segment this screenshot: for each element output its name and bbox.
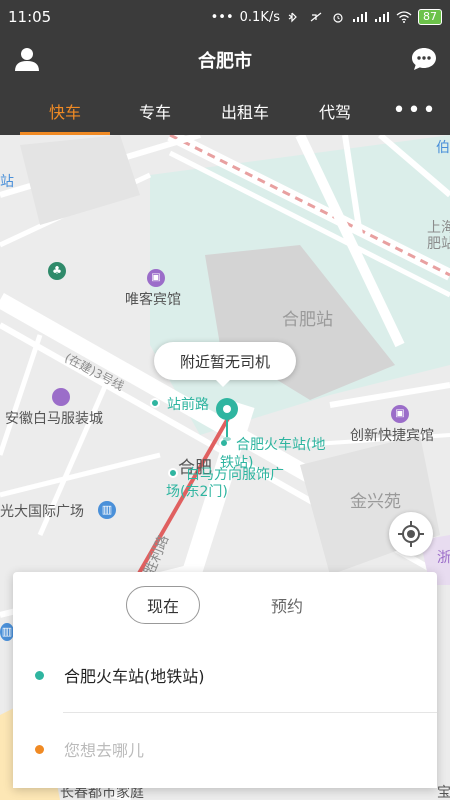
tab-express[interactable]: 快车 (20, 86, 110, 135)
bubble-text: 附近暂无司机 (179, 352, 270, 371)
origin-text: 合肥火车站(地铁站) (64, 667, 205, 686)
hotel-icon: ▣ (147, 269, 165, 287)
city-title[interactable]: 合肥市 (198, 47, 252, 73)
map-label-shanghai-2: 肥站 (427, 236, 450, 252)
destination-dot (35, 744, 44, 754)
tab-taxi[interactable]: 出租车 (210, 86, 280, 135)
map-label-jinxingyuan: 金兴苑 (350, 492, 401, 512)
transit-icon: ▥ (98, 501, 116, 519)
signal-icon-2 (375, 12, 389, 22)
map-label-weike-hotel[interactable]: 唯客宾馆 (125, 289, 181, 309)
service-tabs: 快车 专车 出租车 代驾 ••• (0, 86, 450, 135)
no-driver-bubble: 附近暂无司机 (154, 342, 296, 387)
tab-label: 快车 (48, 102, 81, 122)
origin-dot (35, 670, 44, 680)
tab-designated-driver[interactable]: 代驾 (305, 86, 365, 135)
map-label-cut-right: 伯 (436, 140, 450, 156)
wifi-icon (396, 11, 412, 23)
time-mode-toggle: 现在 预约 (13, 586, 437, 626)
app-header: 合肥市 (0, 34, 450, 86)
trip-card: 现在 预约 合肥火车站(地铁站) 您想去哪儿 (13, 572, 437, 788)
chat-bubble-icon[interactable] (410, 46, 438, 72)
more-tabs-button[interactable]: ••• (390, 86, 440, 135)
locate-me-button[interactable] (389, 512, 433, 556)
alarm-icon (333, 13, 343, 23)
signal-icon (353, 12, 367, 22)
mode-now-label: 现在 (146, 597, 179, 616)
map-label-guangda-plaza[interactable]: 光大国际广场 (0, 501, 84, 521)
destination-input[interactable]: 您想去哪儿 (64, 737, 144, 761)
tab-label: 出租车 (220, 102, 269, 122)
hotel-icon: ▣ (391, 405, 409, 423)
map-label-baima[interactable]: 安徽白马服装城 (5, 408, 103, 428)
network-speed: 0.1K/s (239, 9, 280, 25)
map-label-cut-left: 站 (0, 174, 14, 190)
map-label-baima-outlet-2: 场(东2门) (166, 484, 228, 500)
divider (63, 712, 437, 713)
map-label-cut-right-2: 浙 (437, 550, 450, 566)
tab-label: 代驾 (318, 102, 351, 122)
bluetooth-icon (288, 12, 297, 23)
status-time: 11:05 (8, 8, 52, 26)
crosshair-icon (398, 521, 424, 547)
pickup-pin-icon[interactable] (214, 397, 240, 443)
map-label-cut-left-2: 宝 (437, 785, 450, 800)
tab-label: 专车 (138, 102, 171, 122)
tab-premier[interactable]: 专车 (125, 86, 185, 135)
map-label-train-station-1[interactable]: 合肥火车站(地 (236, 434, 325, 454)
mode-now-button[interactable]: 现在 (126, 586, 200, 624)
map-label-hefei-station: 合肥站 (282, 310, 333, 330)
mode-reserve-label: 预约 (270, 597, 303, 616)
transit-icon-left: ▥ (0, 623, 14, 641)
more-icon: ••• (392, 98, 438, 123)
user-icon[interactable] (14, 46, 40, 72)
map-label-chuangxin-hotel[interactable]: 创新快捷宾馆 (350, 425, 434, 445)
battery-indicator: 87 (418, 9, 442, 25)
mute-icon (310, 12, 322, 22)
status-icons: ••• 0.1K/s 87 (211, 9, 442, 25)
map-label-zhanqian-road[interactable]: 站前路 (167, 394, 209, 414)
destination-row[interactable]: 您想去哪儿 (13, 719, 437, 779)
origin-row[interactable]: 合肥火车站(地铁站) (13, 645, 437, 705)
poi-dot-baima-outlet (168, 468, 178, 478)
notification-dots: ••• (210, 9, 234, 25)
poi-dot-zhanqian (150, 398, 160, 408)
park-icon: ♣ (48, 262, 66, 280)
mode-reserve-button[interactable]: 预约 (250, 586, 324, 624)
shopping-icon (52, 388, 70, 406)
status-bar: 11:05 ••• 0.1K/s 87 (0, 0, 450, 34)
